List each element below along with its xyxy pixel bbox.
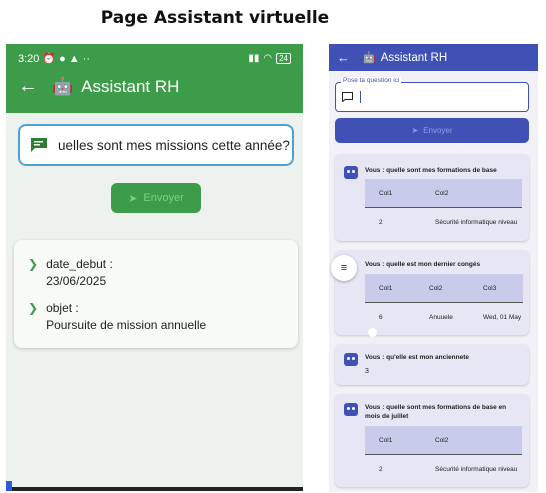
- text-cursor: [360, 91, 361, 103]
- send-button-label: Envoyer: [423, 126, 453, 135]
- table-header: Col1 Col2: [365, 179, 522, 208]
- user-question: Vous : quelle sont mes formations de bas…: [365, 167, 497, 174]
- app-bar: ← 🤖 Assistant RH: [6, 65, 303, 98]
- chat-card: Vous : quelle sont mes formations de bas…: [335, 394, 529, 487]
- app-header: ← 🤖 Assistant RH: [329, 44, 538, 71]
- table-cell: Sécurité informatique niveau: [435, 218, 518, 226]
- bot-icon: [344, 403, 358, 416]
- chat-card: Vous : quelle est mon dernier congés Col…: [335, 250, 529, 335]
- field-label: objet :: [46, 301, 79, 315]
- alarm-icon: ⏰: [42, 53, 57, 65]
- user-question: Vous : quelle sont mes formations de bas…: [365, 404, 507, 420]
- back-arrow-icon[interactable]: ←: [337, 50, 350, 65]
- table-cell: Sécurité informatique niveau: [435, 465, 518, 473]
- column-header: Col1: [379, 284, 393, 292]
- result-row: ❯ date_debut : 23/06/2025: [28, 256, 284, 290]
- column-header: Col1: [379, 436, 393, 444]
- answer-table: Col1 Col2 2 Sécurité informatique niveau: [365, 426, 522, 483]
- battery-icon: 24: [276, 53, 291, 64]
- chat-icon: [342, 92, 353, 102]
- column-header: Col2: [435, 436, 449, 444]
- user-question: Vous : qu'elle est mon anciennete: [365, 354, 470, 361]
- send-icon: ➤: [411, 126, 419, 135]
- send-icon: ➤: [128, 192, 138, 205]
- menu-icon[interactable]: ≡: [331, 255, 357, 281]
- chevron-right-icon: ❯: [28, 257, 39, 271]
- back-arrow-icon[interactable]: ←: [18, 75, 38, 98]
- send-button[interactable]: ➤ Envoyer: [335, 118, 529, 143]
- question-input[interactable]: [335, 82, 529, 112]
- status-bar: 3:20 ⏰ ● ▲ ·· ▮▮ ◠ 24: [6, 44, 303, 65]
- result-card: ❯ date_debut : 23/06/2025 ❯ objet : Pour…: [14, 240, 298, 348]
- field-value: Poursuite de mission annuelle: [46, 318, 207, 332]
- app-title-text: Assistant RH: [81, 76, 180, 96]
- table-row: 6 Anuuele Wed, 01 May: [365, 303, 523, 331]
- bot-icon: [344, 166, 358, 179]
- nav-accent: [6, 481, 12, 491]
- question-input-label: Pose ta question ici: [341, 77, 402, 84]
- chat-card: Vous : quelle sont mes formations de bas…: [335, 154, 529, 241]
- question-input[interactable]: uelles sont mes missions cette année?: [18, 124, 294, 166]
- table-cell: Anuuele: [429, 313, 453, 321]
- right-phone-screen: ← 🤖 Assistant RH Pose ta question ici ➤ …: [329, 44, 538, 492]
- question-input-value: uelles sont mes missions cette année?: [58, 137, 290, 153]
- result-row: ❯ objet : Poursuite de mission annuelle: [28, 300, 284, 334]
- app-title: 🤖 Assistant RH: [362, 51, 448, 65]
- user-question: Vous : quelle est mon dernier congés: [365, 261, 481, 268]
- column-header: Col2: [435, 189, 449, 197]
- table-cell: Wed, 01 May: [483, 313, 522, 321]
- answer-table: Col1 Col2 2 Sécurité informatique niveau: [365, 179, 522, 236]
- signal-icon: ▮▮: [248, 53, 260, 64]
- bot-icon: [344, 353, 358, 366]
- table-cell: 2: [379, 465, 383, 473]
- more-notifications-icon: ··: [82, 52, 90, 65]
- scroll-indicator: [368, 328, 377, 337]
- chat-icon: [30, 137, 48, 153]
- app-header: 3:20 ⏰ ● ▲ ·· ▮▮ ◠ 24 ← 🤖 Assistant RH: [6, 44, 303, 113]
- table-header: Col1 Col2 Col3: [365, 274, 523, 303]
- table-cell: 2: [379, 218, 383, 226]
- left-phone-screen: 3:20 ⏰ ● ▲ ·· ▮▮ ◠ 24 ← 🤖 Assistant RH u…: [6, 44, 303, 491]
- send-button[interactable]: ➤ Envoyer: [111, 183, 201, 213]
- status-time: 3:20: [18, 52, 40, 65]
- table-row: 2 Sécurité informatique niveau: [365, 455, 522, 483]
- chat-card: Vous : qu'elle est mon anciennete 3: [335, 344, 529, 385]
- robot-icon: 🤖: [52, 76, 74, 96]
- send-button-label: Envoyer: [143, 192, 184, 204]
- field-label: date_debut :: [46, 257, 113, 271]
- notification-icon: ●: [59, 52, 66, 65]
- wifi-icon: ◠: [263, 53, 273, 64]
- column-header: Col1: [379, 189, 393, 197]
- app-notification-icon: ▲: [68, 52, 80, 65]
- answer-table: Col1 Col2 Col3 6 Anuuele Wed, 01 May: [365, 274, 523, 331]
- navigation-bar: [6, 487, 303, 491]
- column-header: Col2: [429, 284, 443, 292]
- table-row: 2 Sécurité informatique niveau: [365, 208, 522, 236]
- answer-text: 3: [365, 368, 369, 375]
- page-title: Page Assistant virtuelle: [100, 8, 330, 28]
- table-cell: 6: [379, 313, 383, 321]
- table-header: Col1 Col2: [365, 426, 522, 455]
- chevron-right-icon: ❯: [28, 301, 39, 315]
- robot-icon: 🤖: [362, 52, 376, 64]
- app-title: 🤖 Assistant RH: [52, 77, 179, 97]
- app-title-text: Assistant RH: [380, 51, 448, 64]
- field-value: 23/06/2025: [46, 274, 107, 288]
- column-header: Col3: [483, 284, 497, 292]
